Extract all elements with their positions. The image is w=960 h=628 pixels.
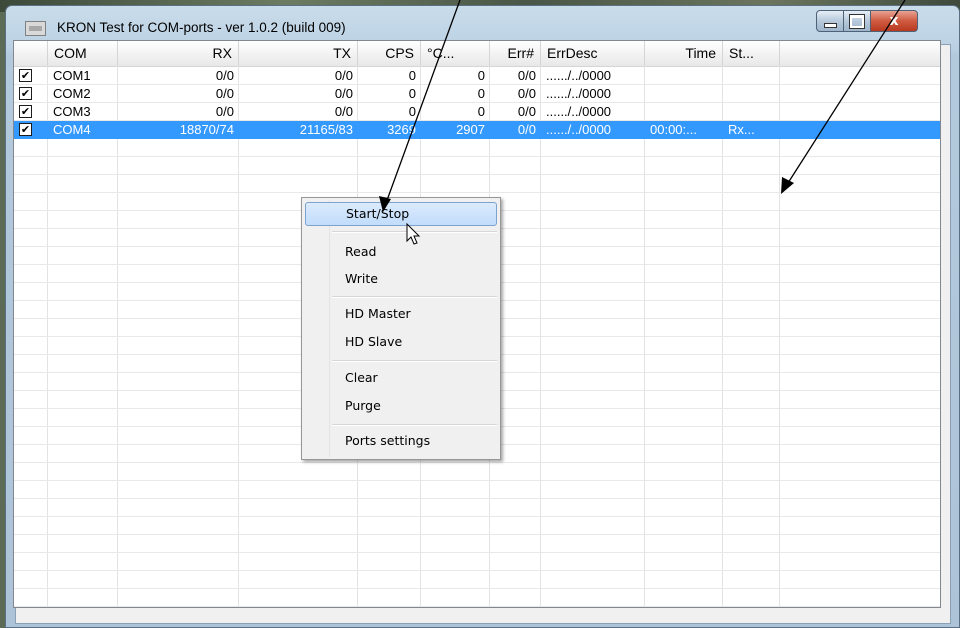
cell-cps: 0	[408, 104, 416, 119]
grid-line	[238, 66, 239, 607]
cell-time	[645, 85, 723, 103]
column-header-err-count[interactable]: Err#	[490, 41, 541, 66]
menu-item-clear[interactable]: Clear	[305, 366, 497, 390]
context-menu: Start/Stop Read Write HD Master HD Slave…	[301, 197, 501, 460]
grid-row-line	[14, 516, 940, 517]
cell-tx: 0/0	[334, 104, 353, 119]
cell-com: COM2	[53, 86, 91, 101]
grid-row-line	[14, 174, 940, 175]
cell-cps: 0	[408, 86, 416, 101]
window-title: KRON Test for COM-ports - ver 1.0.2 (bui…	[57, 20, 346, 35]
grid-row-line	[14, 498, 940, 499]
cell-err-count: 0/0	[517, 68, 536, 83]
cell-err-desc: ....../../0000	[546, 122, 612, 137]
menu-item-start-stop[interactable]: Start/Stop	[305, 202, 497, 226]
grid-line	[722, 66, 723, 607]
minimize-button[interactable]	[816, 10, 844, 32]
column-header-cps[interactable]: CPS	[358, 41, 421, 66]
cell-status	[723, 85, 780, 103]
grid-row-line	[14, 588, 940, 589]
row-checkbox[interactable]: ✔	[19, 87, 32, 100]
cell-err-count: 0/0	[517, 104, 536, 119]
row-checkbox[interactable]: ✔	[19, 105, 32, 118]
cell-rx: 0/0	[215, 86, 234, 101]
column-header-err-desc[interactable]: ErrDesc	[541, 41, 645, 66]
cell-temp: 0	[477, 68, 485, 83]
table-row-selected[interactable]: ✔ COM4 18870/74 21165/83 3269 2907 0/0 .…	[14, 121, 940, 139]
cell-tx: 0/0	[334, 68, 353, 83]
menu-item-ports-settings[interactable]: Ports settings	[305, 429, 497, 453]
cell-temp: 0	[477, 86, 485, 101]
grid-row-line	[14, 606, 940, 607]
menu-separator	[332, 296, 497, 298]
column-header-com[interactable]: COM	[48, 41, 118, 66]
app-icon[interactable]	[25, 21, 46, 36]
cell-status	[723, 67, 780, 85]
cell-time: 00:00:...	[650, 122, 697, 137]
grid-row-line	[14, 156, 940, 157]
column-header-rx[interactable]: RX	[118, 41, 239, 66]
column-header-check[interactable]	[14, 41, 48, 66]
cell-temp: 2907	[456, 122, 485, 137]
row-checkbox[interactable]: ✔	[19, 69, 32, 82]
close-button[interactable]: x	[870, 10, 918, 32]
grid-line	[779, 66, 780, 607]
cell-cps: 3269	[387, 122, 416, 137]
cell-err-count: 0/0	[517, 86, 536, 101]
menu-separator	[332, 231, 497, 233]
cell-rx: 0/0	[215, 104, 234, 119]
table-row[interactable]: ✔ COM2 0/0 0/0 0 0 0/0 ....../../0000	[14, 85, 940, 103]
maximize-icon	[849, 13, 865, 29]
column-header-status[interactable]: St...	[723, 41, 780, 66]
cell-rx: 0/0	[215, 68, 234, 83]
grid-row-line	[14, 570, 940, 571]
menu-item-hd-slave[interactable]: HD Slave	[305, 330, 497, 354]
cell-rx: 18870/74	[179, 122, 234, 137]
grid-row-line	[14, 552, 940, 553]
menu-separator	[332, 360, 497, 362]
grid-row-line	[14, 480, 940, 481]
menu-item-write[interactable]: Write	[305, 267, 497, 291]
column-header-time[interactable]: Time	[645, 41, 723, 66]
cell-time	[645, 103, 723, 121]
cell-status: Rx...	[728, 122, 755, 137]
grid-line	[117, 66, 118, 607]
cell-err-desc: ....../../0000	[546, 68, 612, 83]
cell-temp: 0	[477, 104, 485, 119]
grid-row-line	[14, 192, 940, 193]
cell-err-desc: ....../../0000	[546, 104, 612, 119]
column-header-temp[interactable]: °C...	[421, 41, 490, 66]
table-row[interactable]: ✔ COM1 0/0 0/0 0 0 0/0 ....../../0000	[14, 67, 940, 85]
menu-item-purge[interactable]: Purge	[305, 394, 497, 418]
column-header-tx[interactable]: TX	[239, 41, 358, 66]
grid-row-line	[14, 462, 940, 463]
cell-cps: 0	[408, 68, 416, 83]
cell-com: COM1	[53, 68, 91, 83]
close-icon: x	[889, 13, 899, 29]
menu-icon-strip	[329, 200, 330, 457]
grid-row-line	[14, 534, 940, 535]
list-header: COM RX TX CPS °C... Err# ErrDesc Time St…	[14, 41, 940, 67]
cell-tx: 21165/83	[299, 122, 353, 137]
grid-line	[540, 66, 541, 607]
cell-com: COM4	[53, 122, 91, 137]
grid-line	[644, 66, 645, 607]
cell-time	[645, 67, 723, 85]
column-header-filler	[780, 41, 940, 66]
grid-line	[47, 66, 48, 607]
maximize-button[interactable]	[843, 10, 871, 32]
cell-com: COM3	[53, 104, 91, 119]
cell-err-count: 0/0	[517, 122, 536, 137]
menu-separator	[332, 424, 497, 426]
cell-status	[723, 103, 780, 121]
menu-item-hd-master[interactable]: HD Master	[305, 302, 497, 326]
menu-item-read[interactable]: Read	[305, 240, 497, 264]
row-checkbox[interactable]: ✔	[19, 123, 32, 136]
minimize-icon	[823, 22, 837, 28]
cell-tx: 0/0	[334, 86, 353, 101]
table-row[interactable]: ✔ COM3 0/0 0/0 0 0 0/0 ....../../0000	[14, 103, 940, 121]
cell-err-desc: ....../../0000	[546, 86, 612, 101]
